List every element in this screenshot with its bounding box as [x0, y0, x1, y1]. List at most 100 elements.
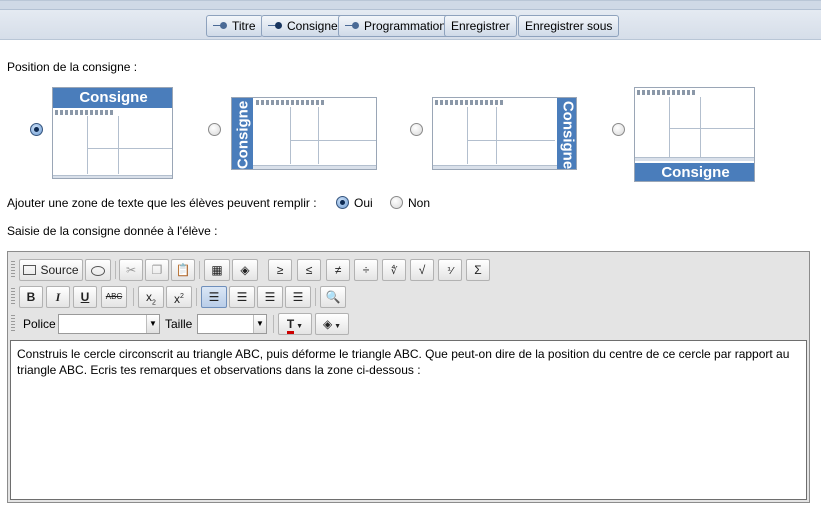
table-icon: ▦ — [211, 263, 223, 277]
top-strip — [0, 1, 821, 10]
sqrt-icon: √ — [418, 263, 426, 277]
background-color-button[interactable]: ◈ ▼ — [315, 313, 349, 335]
save-as-button[interactable]: Enregistrer sous — [518, 15, 620, 37]
mini-toolbar — [256, 100, 326, 105]
leq-button[interactable]: ≤ — [297, 259, 321, 281]
scissors-icon: ✂ — [125, 263, 137, 277]
tab-consigne[interactable]: Consigne — [261, 15, 345, 37]
thumbnail-right[interactable]: Consigne — [432, 97, 577, 170]
neq-button[interactable]: ≠ — [326, 259, 350, 281]
banner-top: Consigne — [53, 88, 172, 108]
thumbnail-left[interactable]: Consigne — [231, 97, 377, 170]
tab-titre[interactable]: Titre — [206, 15, 263, 37]
italic-icon: I — [55, 290, 61, 304]
tab-programmation-label: Programmation — [364, 19, 447, 33]
copy-icon: ❐ — [151, 263, 163, 277]
position-right-radio[interactable] — [410, 123, 423, 136]
root-icon: ∜ — [390, 266, 398, 277]
preview-button[interactable]: 🔍 — [320, 286, 346, 308]
save-button-label: Enregistrer — [451, 19, 510, 33]
geq-button[interactable]: ≥ — [268, 259, 292, 281]
justify-button[interactable]: ☰ — [285, 286, 311, 308]
subscript-icon: x2 — [146, 290, 156, 307]
paste-button[interactable]: 📋 — [171, 259, 195, 281]
text-zone-oui-label[interactable]: Oui — [354, 196, 373, 210]
text-zone-oui-radio[interactable] — [336, 196, 349, 209]
divide-button[interactable]: ÷ — [354, 259, 378, 281]
align-center-icon: ☰ — [236, 290, 248, 304]
font-label: Police — [23, 317, 56, 331]
save-as-button-label: Enregistrer sous — [525, 19, 613, 33]
align-left-icon: ☰ — [208, 290, 220, 304]
position-bottom-radio[interactable] — [612, 123, 625, 136]
paste-icon: 📋 — [175, 263, 191, 277]
root-button[interactable]: ∜ — [382, 259, 406, 281]
italic-button[interactable]: I — [46, 286, 70, 308]
align-right-button[interactable]: ☰ — [257, 286, 283, 308]
toolbar-row-2: B I U ABC x2 x2 ☰ ☰ ☰ ☰ 🔍 — [11, 286, 806, 308]
toolbar-row-3: Police ▼ Taille ▼ T ▼ ◈ ▼ — [11, 313, 806, 335]
rich-text-editor: Source ✂ ❐ 📋 ▦ ◈ ≥ ≤ ≠ ÷ ∜ √ ⅟ Σ B I U A… — [7, 251, 810, 503]
fraction-button[interactable]: ⅟ — [438, 259, 462, 281]
tab-titre-label: Titre — [232, 19, 256, 33]
image-button[interactable]: ◈ — [232, 259, 258, 281]
image-icon: ◈ — [240, 263, 250, 277]
editor-content[interactable]: Construis le cercle circonscrit au trian… — [10, 340, 807, 500]
bullet-icon — [352, 22, 359, 30]
bold-button[interactable]: B — [19, 286, 43, 308]
underline-icon: U — [80, 290, 90, 304]
subscript-button[interactable]: x2 — [138, 286, 164, 308]
sum-icon: Σ — [474, 263, 482, 277]
text-zone-non-label[interactable]: Non — [408, 196, 430, 210]
copy-button[interactable]: ❐ — [145, 259, 169, 281]
text-color-button[interactable]: T ▼ — [278, 313, 312, 335]
fill-color-icon: ◈ — [322, 317, 333, 331]
mini-toolbar — [435, 100, 505, 105]
shape-button[interactable] — [85, 259, 111, 281]
size-select[interactable]: ▼ — [197, 314, 267, 334]
mini-toolbar — [55, 110, 115, 115]
source-button-label: Source — [40, 263, 79, 277]
justify-icon: ☰ — [292, 290, 304, 304]
thumbnail-bottom[interactable]: Consigne — [634, 87, 755, 182]
align-left-button[interactable]: ☰ — [201, 286, 227, 308]
chevron-down-icon: ▼ — [146, 315, 159, 333]
toolbar-grip — [11, 315, 15, 333]
fraction-icon: ⅟ — [447, 266, 453, 277]
tab-programmation[interactable]: Programmation — [338, 15, 454, 37]
source-button[interactable]: Source — [19, 259, 83, 281]
text-zone-non-radio[interactable] — [390, 196, 403, 209]
toolbar-grip — [11, 288, 15, 306]
banner-bottom: Consigne — [635, 163, 754, 181]
align-center-button[interactable]: ☰ — [229, 286, 255, 308]
align-right-icon: ☰ — [264, 290, 276, 304]
toolbar-grip — [11, 261, 15, 279]
magnifier-icon: 🔍 — [325, 290, 341, 304]
position-label: Position de la consigne : — [7, 60, 138, 74]
underline-button[interactable]: U — [73, 286, 97, 308]
chevron-down-icon: ▼ — [253, 315, 266, 333]
instruction-label: Saisie de la consigne donnée à l'élève : — [7, 224, 218, 238]
editor-content-text: Construis le cercle circonscrit au trian… — [17, 347, 790, 377]
table-button[interactable]: ▦ — [204, 259, 230, 281]
position-left-radio[interactable] — [208, 123, 221, 136]
strikethrough-button[interactable]: ABC — [101, 286, 127, 308]
position-top-radio[interactable] — [30, 123, 43, 136]
leq-icon: ≤ — [305, 263, 313, 277]
superscript-icon: x2 — [174, 292, 184, 306]
bold-icon: B — [26, 290, 36, 304]
sum-button[interactable]: Σ — [466, 259, 490, 281]
geq-icon: ≥ — [276, 263, 284, 277]
banner-right: Consigne — [557, 98, 576, 169]
text-zone-label: Ajouter une zone de texte que les élèves… — [7, 196, 317, 210]
sqrt-button[interactable]: √ — [410, 259, 434, 281]
font-select[interactable]: ▼ — [58, 314, 160, 334]
superscript-button[interactable]: x2 — [166, 286, 192, 308]
bullet-icon — [220, 22, 227, 30]
neq-icon: ≠ — [334, 263, 342, 277]
thumbnail-top[interactable]: Consigne — [52, 87, 173, 179]
divide-icon: ÷ — [362, 263, 370, 277]
save-button[interactable]: Enregistrer — [444, 15, 517, 37]
cut-button[interactable]: ✂ — [119, 259, 143, 281]
strikethrough-icon: ABC — [105, 292, 123, 301]
